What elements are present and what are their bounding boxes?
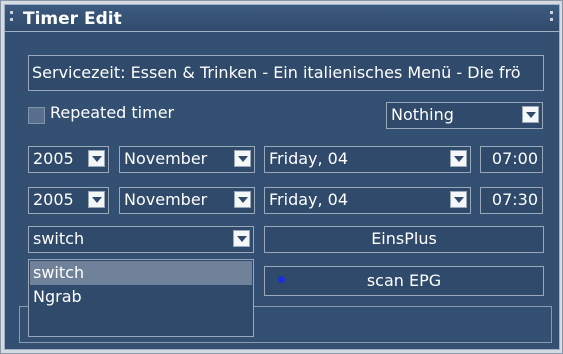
end-month-select[interactable]: November: [119, 187, 255, 214]
chevron-down-icon[interactable]: [234, 191, 251, 208]
after-action-select[interactable]: Nothing: [386, 102, 543, 129]
end-time-field[interactable]: 07:30: [480, 187, 543, 214]
timer-type-select[interactable]: switch: [28, 226, 254, 253]
repeated-timer-checkbox[interactable]: [28, 107, 45, 124]
start-time-value: 07:00: [491, 149, 538, 168]
start-year-value: 2005: [33, 149, 74, 168]
end-day-select[interactable]: Friday, 04: [264, 187, 471, 214]
channel-button[interactable]: EinsPlus: [264, 226, 544, 253]
window-title: Timer Edit: [23, 9, 122, 29]
start-year-select[interactable]: 2005: [28, 146, 109, 173]
start-month-select[interactable]: November: [119, 146, 255, 173]
chevron-down-icon[interactable]: [234, 150, 251, 167]
timer-type-option[interactable]: switch: [30, 261, 252, 285]
repeated-timer-label: Repeated timer: [50, 103, 175, 122]
timer-type-options: switch Ngrab: [28, 259, 254, 337]
timer-type-option[interactable]: Ngrab: [30, 285, 252, 309]
chevron-down-icon[interactable]: [450, 150, 467, 167]
start-month-value: November: [124, 149, 208, 168]
title-bar: Timer Edit: [4, 4, 560, 32]
start-day-value: Friday, 04: [269, 149, 349, 168]
after-action-value: Nothing: [391, 105, 454, 124]
scan-epg-label: scan EPG: [366, 271, 442, 290]
start-time-field[interactable]: 07:00: [480, 146, 543, 173]
chevron-down-icon[interactable]: [450, 191, 467, 208]
channel-button-label: EinsPlus: [371, 229, 437, 248]
chevron-down-icon[interactable]: [233, 230, 250, 247]
service-title-field[interactable]: Servicezeit: Essen & Trinken - Ein itali…: [28, 55, 544, 91]
chevron-down-icon[interactable]: [522, 106, 539, 123]
end-month-value: November: [124, 190, 208, 209]
service-title-text: Servicezeit: Essen & Trinken - Ein itali…: [32, 63, 521, 82]
scan-epg-button[interactable]: scan EPG: [264, 266, 544, 296]
start-day-select[interactable]: Friday, 04: [264, 146, 471, 173]
chevron-down-icon[interactable]: [88, 150, 105, 167]
end-year-select[interactable]: 2005: [28, 187, 109, 214]
end-year-value: 2005: [33, 190, 74, 209]
timer-type-value: switch: [33, 229, 85, 248]
chevron-down-icon[interactable]: [88, 191, 105, 208]
grip-dots-right-icon: [550, 9, 554, 27]
grip-dots-left-icon: [10, 9, 14, 27]
end-time-value: 07:30: [491, 190, 538, 209]
end-day-value: Friday, 04: [269, 190, 349, 209]
timer-edit-window: Timer Edit Servicezeit: Essen & Trinken …: [0, 0, 563, 354]
